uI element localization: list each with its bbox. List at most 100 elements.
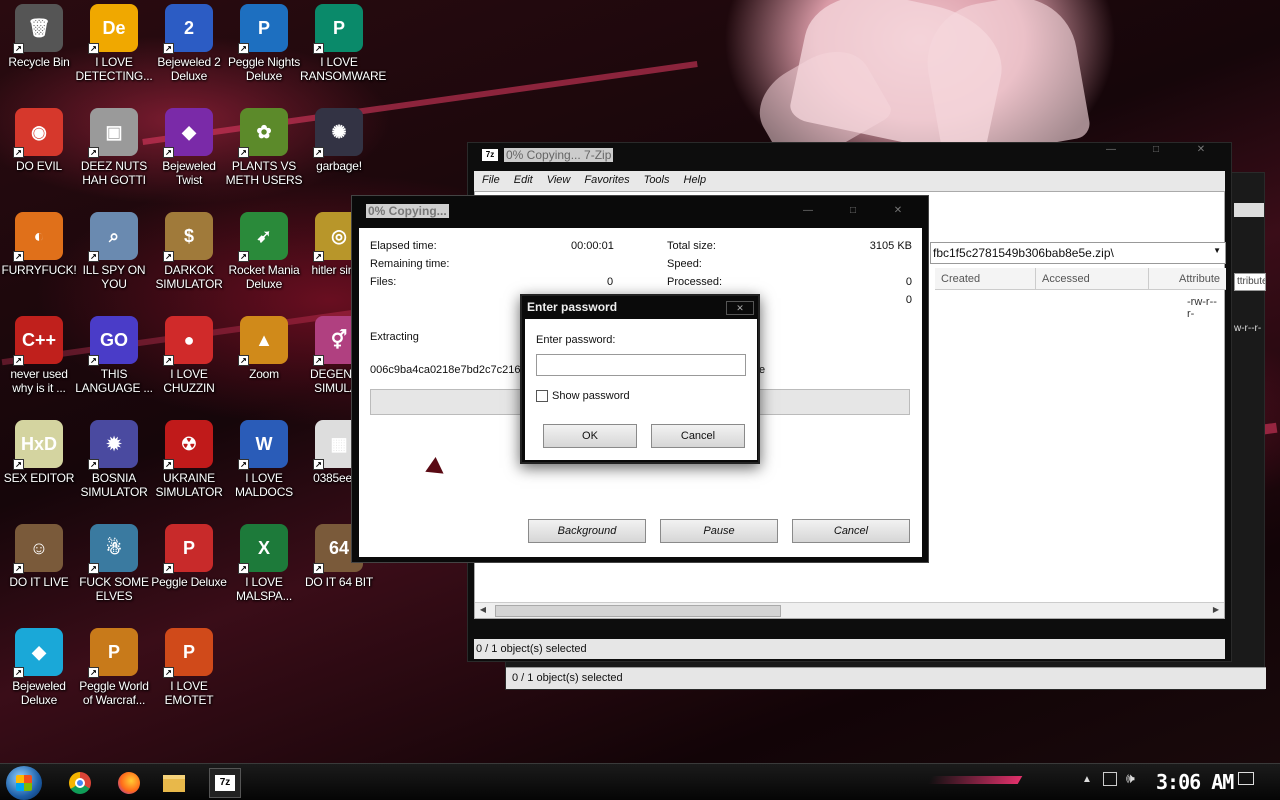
column-created[interactable]: Created	[935, 268, 1036, 290]
maximize-button[interactable]: □	[1136, 143, 1176, 159]
desktop-icon-label: I LOVE EMOTET	[164, 679, 214, 707]
plants-vs-zombies-icon: ✿ ↗	[238, 108, 288, 158]
password-input[interactable]	[536, 354, 746, 376]
desktop-icon[interactable]: ◐ ↗ FURRYFUCK!	[0, 212, 78, 277]
extracting-file: 006c9ba4ca0218e7bd2c7c216	[370, 364, 521, 376]
desktop-icon-label: I LOVE MALSPA...	[236, 575, 292, 603]
desktop-icon[interactable]: ⌕ ↗ ILL SPY ON YOU	[75, 212, 153, 291]
password-prompt: Enter password:	[536, 334, 616, 346]
horizontal-scrollbar[interactable]: ◀ ▶	[475, 602, 1224, 618]
desktop-icon-label: DARKOK SIMULATOR	[155, 263, 223, 291]
desktop-icon[interactable]: ▣ ↗ DEEZ NUTS HAH GOTTI	[75, 108, 153, 187]
desktop-icon[interactable]: ✺ ↗ garbage!	[300, 108, 378, 173]
desktop-icon[interactable]: ◆ ↗ Bejeweled Deluxe	[0, 628, 78, 707]
shortcut-arrow-icon: ↗	[163, 459, 174, 470]
pause-button[interactable]: Pause	[660, 519, 778, 543]
desktop-icon[interactable]: X ↗ I LOVE MALSPA...	[225, 524, 303, 603]
background-button[interactable]: Background	[528, 519, 646, 543]
dropdown-arrow-icon[interactable]: ▼	[1213, 246, 1221, 255]
ok-button[interactable]: OK	[543, 424, 637, 448]
menu-item-file[interactable]: File	[482, 174, 500, 186]
scroll-left-icon[interactable]: ◀	[477, 605, 489, 617]
shortcut-arrow-icon: ↗	[313, 459, 324, 470]
close-button[interactable]: ✕	[726, 301, 754, 315]
shortcut-arrow-icon: ↗	[313, 147, 324, 158]
menu-item-view[interactable]: View	[547, 174, 571, 186]
ida-icon: ✺ ↗	[313, 108, 363, 158]
desktop-icon[interactable]: C++ ↗ never used why is it ...	[0, 316, 78, 395]
desktop-icon[interactable]: P ↗ I LOVE RANSOMWARE	[300, 4, 386, 83]
desktop-icon[interactable]: P ↗ Peggle Deluxe	[150, 524, 228, 589]
show-password-row[interactable]: Show password	[536, 390, 630, 402]
desktop-icon[interactable]: GO ↗ THIS LANGUAGE ...	[75, 316, 153, 395]
explorer-taskbar-icon[interactable]	[158, 768, 190, 798]
chrome-taskbar-icon[interactable]	[64, 768, 96, 798]
menu-bar: File Edit View Favorites Tools Help	[474, 171, 1225, 191]
clock[interactable]: 3:06 AM	[1156, 770, 1234, 794]
desktop-icon[interactable]: HxD ↗ SEX EDITOR	[0, 420, 78, 485]
radiation-icon: ☢ ↗	[163, 420, 213, 470]
sevenzip-taskbar-icon[interactable]: 7z	[209, 768, 241, 798]
chrome-icon: ◉ ↗	[13, 108, 63, 158]
recycle-bin-icon: 🗑 ↗	[13, 4, 63, 54]
show-password-checkbox[interactable]	[536, 390, 548, 402]
column-accessed[interactable]: Accessed	[1036, 268, 1149, 290]
desktop-icon[interactable]: ☢ ↗ UKRAINE SIMULATOR	[150, 420, 228, 499]
shortcut-arrow-icon: ↗	[163, 147, 174, 158]
windows-copy-icon: ▣ ↗	[88, 108, 138, 158]
network-icon[interactable]	[1103, 772, 1117, 786]
zuma-icon: ▲ ↗	[238, 316, 288, 366]
publisher-icon: P ↗	[313, 4, 363, 54]
desktop-icon[interactable]: De ↗ I LOVE DETECTING...	[75, 4, 153, 83]
desktop-icon[interactable]: ✿ ↗ PLANTS VS METH USERS	[225, 108, 303, 187]
shortcut-arrow-icon: ↗	[13, 43, 24, 54]
desktop-icon[interactable]: P ↗ Peggle World of Warcraf...	[75, 628, 153, 707]
show-password-label: Show password	[552, 390, 630, 402]
desktop-icon[interactable]: 🗑 ↗ Recycle Bin	[0, 4, 78, 69]
minimize-button[interactable]: —	[1091, 143, 1131, 159]
minimize-button[interactable]: —	[788, 204, 828, 220]
desktop-icon[interactable]: P ↗ Peggle Nights Deluxe	[225, 4, 303, 83]
menu-item-edit[interactable]: Edit	[514, 174, 533, 186]
processed-label: Processed:	[667, 276, 723, 288]
desktop-icon[interactable]: ◆ ↗ Bejeweled Twist	[150, 108, 228, 187]
desktop-icon[interactable]: ✹ ↗ BOSNIA SIMULATOR	[75, 420, 153, 499]
desktop-icon[interactable]: ● ↗ I LOVE CHUZZIN	[150, 316, 228, 395]
close-button[interactable]: ✕	[878, 204, 918, 220]
scroll-right-icon[interactable]: ▶	[1210, 605, 1222, 617]
desktop-icon[interactable]: ➹ ↗ Rocket Mania Deluxe	[225, 212, 303, 291]
menu-item-favorites[interactable]: Favorites	[584, 174, 629, 186]
shortcut-arrow-icon: ↗	[163, 251, 174, 262]
desktop-icon-label: never used why is it ...	[10, 367, 68, 395]
menu-item-help[interactable]: Help	[684, 174, 707, 186]
excel-icon: X ↗	[238, 524, 288, 574]
show-hidden-icons-icon[interactable]: ▲	[1082, 774, 1092, 785]
cancel-button[interactable]: Cancel	[651, 424, 745, 448]
volume-icon[interactable]: 🕪	[1126, 770, 1135, 787]
desktop-icon[interactable]: $ ↗ DARKOK SIMULATOR	[150, 212, 228, 291]
peggle-icon: P ↗	[163, 524, 213, 574]
shortcut-arrow-icon: ↗	[13, 667, 24, 678]
close-button[interactable]: ✕	[1181, 143, 1221, 159]
shortcut-arrow-icon: ↗	[163, 43, 174, 54]
scroll-thumb[interactable]	[495, 605, 781, 617]
desktop-icon[interactable]: ☃ ↗ FUCK SOME ELVES	[75, 524, 153, 603]
cancel-button[interactable]: Cancel	[792, 519, 910, 543]
maximize-button[interactable]: □	[833, 204, 873, 220]
desktop-icon[interactable]: ☺ ↗ DO IT LIVE	[0, 524, 78, 589]
password-dialog[interactable]: Enter password ✕ Enter password: Show pa…	[520, 294, 760, 464]
desktop-icon[interactable]: ◉ ↗ DO EVIL	[0, 108, 78, 173]
path-combobox[interactable]: fbc1f5c2781549b306bab8e5e.zip\ ▼	[930, 242, 1226, 264]
notification-icon[interactable]	[1238, 772, 1254, 785]
firefox-taskbar-icon[interactable]	[113, 768, 145, 798]
menu-item-tools[interactable]: Tools	[644, 174, 670, 186]
desktop-icon[interactable]: W ↗ I LOVE MALDOCS	[225, 420, 303, 499]
start-button[interactable]	[6, 766, 42, 800]
desktop-icon[interactable]: P ↗ I LOVE EMOTET	[150, 628, 228, 707]
desktop-icon[interactable]: ▲ ↗ Zoom	[225, 316, 303, 381]
desktop-icon[interactable]: 2 ↗ Bejeweled 2 Deluxe	[150, 4, 228, 83]
shortcut-arrow-icon: ↗	[163, 563, 174, 574]
desktop-icon-label: Peggle Nights Deluxe	[227, 55, 301, 83]
elf-game-icon: ☃ ↗	[88, 524, 138, 574]
column-attribute[interactable]: Attribute	[1149, 268, 1226, 290]
